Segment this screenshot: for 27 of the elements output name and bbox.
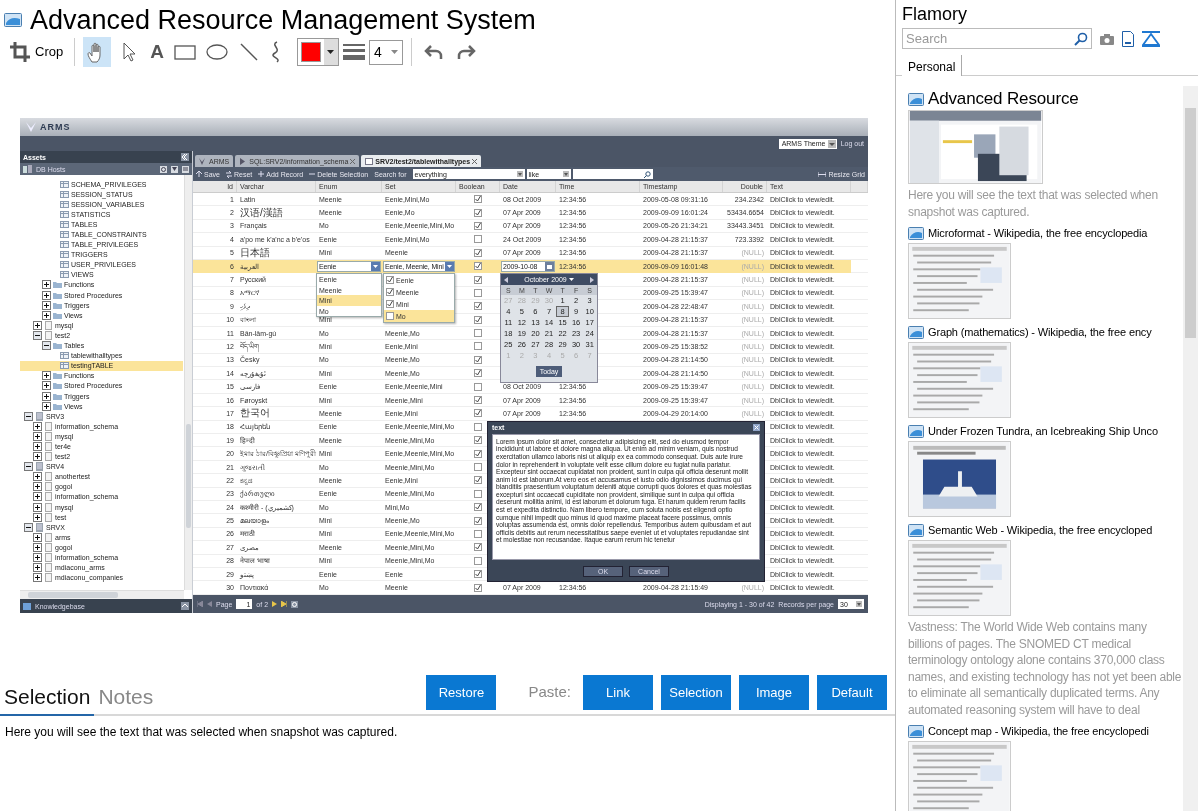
paste-button[interactable]: Selection [661,675,731,710]
snapshot-caption: Vastness: The World Wide Web contains many billions of pages. The SNOMED CT medical terminology ontology alone contains 370,000 class names, and existing technology has not yet been able to eliminate all semantically duplicated terms. Any automated reasoning system will have to deal [908,619,1182,718]
snapshot-title[interactable]: Graph (mathematics) - Wikipedia, the free ency [928,324,1152,340]
paste-button[interactable]: Default [817,675,887,710]
snapshot-title[interactable]: Advanced Resource [928,90,1079,108]
snapshot-title[interactable]: Microformat - Wikipedia, the free encyclopedia [928,225,1148,241]
tab[interactable]: Selection [0,684,95,716]
logo-text: ARMS [40,122,71,132]
restore-button[interactable]: Restore [426,675,497,710]
line-width-select[interactable]: 4 [368,39,403,65]
crop-tool[interactable]: Crop [6,37,67,67]
snapshot-title[interactable]: Concept map - Wikipedia, the free encyclopedi [928,723,1149,739]
paste-button[interactable]: Link [583,675,653,710]
tab[interactable]: Notes [94,684,158,714]
table-cell-text: 日本語 [239,246,271,259]
panel-title: Flamory [901,3,968,26]
snapshot-title[interactable]: Semantic Web - Wikipedia, the free encycloped [928,522,1153,538]
paste-button[interactable]: Image [739,675,809,710]
snapshot-title[interactable]: Under Frozen Tundra, an Icebreaking Ship Unco [928,423,1158,439]
app-title: Advanced Resource Management System [30,4,536,36]
snapshot-caption: Here you will see the text that was selected when snapshot was captured. [908,187,1159,220]
table-cell-text: 汉语/漢語 [239,206,284,219]
table-cell-text: 한국어 [239,407,271,420]
selection-text: Here you will see the text that was selected when snapshot was captured. [4,724,399,741]
tab[interactable]: Personal [902,55,963,76]
text-tool[interactable]: A [147,37,167,67]
paste-label: Paste: [528,682,571,703]
